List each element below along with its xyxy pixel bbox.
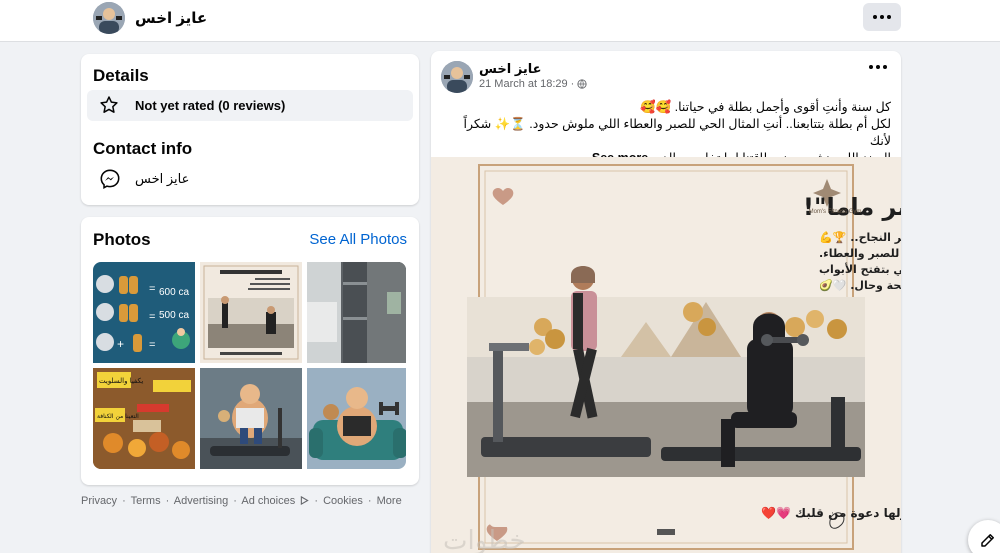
rating-row[interactable]: Not yet rated (0 reviews) [87,90,413,121]
photo-treadmill-cartoon[interactable] [200,368,302,469]
footer-links: Privacy · Terms · Advertising · Ad choic… [81,495,404,507]
compose-button[interactable] [968,520,1000,553]
image-headline: عيد أم سعيد لكل "سوبر ماما"! [803,191,901,221]
image-badge: Mom's Fitness Gym [809,209,862,215]
footer-link-ad-choices[interactable]: Ad choices [241,495,295,507]
image-text-line: كل سنة وأنتِ بألف صحة وحال. 🤍🥑 [819,278,901,292]
image-text-line: الاستمرارية هي سر النجاح.. 🏆💪 [819,231,901,244]
svg-text:=: = [149,311,155,323]
messenger-icon [100,169,120,190]
image-text-line: أنتِ يا أمي أعظم مثال للصبر والعطاء. [819,246,901,260]
footer-link-privacy[interactable]: Privacy [81,495,117,507]
profile-name[interactable]: عايز اخس [135,9,207,27]
see-all-photos-link[interactable]: See All Photos [309,231,407,248]
more-options-button[interactable] [863,3,901,31]
rating-text: Not yet rated (0 reviews) [135,98,286,113]
footer-separator: · [367,495,372,507]
page-header: عايز اخس [0,0,1000,42]
svg-text:+: + [117,337,124,351]
contact-messenger-name: عايز اخس [135,171,190,186]
post-text-line: لكل أم بطلة بتتابعنا.. أنتِ المثال الحي … [463,117,891,148]
svg-text:=: = [149,283,155,295]
footer-link-more[interactable]: More [377,495,402,507]
post-card: عايز اخس 21 March at 18:29 · كل سنة وأنت… [431,51,901,553]
more-horizontal-icon [873,15,891,19]
image-watermark: خطوات [443,526,526,553]
footer-separator: · [122,495,126,507]
photo-mothers-day-gym[interactable] [200,262,302,363]
photo-couch-cartoon[interactable] [307,368,406,469]
post-image[interactable]: عيد أم سعيد لكل "سوبر ماما"! Mom's Fitne… [431,157,901,553]
star-outline-icon [100,96,118,113]
photo-fridge[interactable] [307,262,406,363]
post-author-avatar[interactable] [441,61,473,93]
photo-label: يكفيا والسلويت [99,377,143,385]
contact-title: Contact info [93,139,193,158]
image-text-line: شكراً لأنكِ السند والدعوة الحلوة اللي بت… [819,261,901,276]
ad-choices-icon [301,495,310,506]
image-footer-text: منشن لست الحبايب وقولها دعوة من قلبك 💗❤️ [761,506,901,521]
footer-link-terms[interactable]: Terms [131,495,161,507]
post-author-name[interactable]: عايز اخس [479,61,542,77]
photos-grid: + = = = 600 ca 500 ca يكفيا والسلويت الت… [93,262,406,469]
footer-link-advertising[interactable]: Advertising [174,495,228,507]
footer-separator: · [233,495,237,507]
details-card: Details Not yet rated (0 reviews) Contac… [81,54,419,205]
contact-messenger-row[interactable]: عايز اخس [99,168,399,192]
photo-math-puzzle[interactable]: + = = = 600 ca 500 ca [93,262,195,363]
details-title: Details [93,66,149,85]
footer-separator: · [165,495,170,507]
footer-link-cookies[interactable]: Cookies [323,495,363,507]
footer-separator: · [314,495,319,507]
photo-label: 500 ca [159,310,189,321]
profile-avatar[interactable] [93,2,125,34]
photos-title: Photos [93,230,151,249]
edit-compose-icon [981,534,994,547]
globe-icon [577,79,587,89]
photo-label: 600 ca [159,287,189,298]
svg-text:=: = [149,339,155,351]
post-options-button[interactable] [869,65,887,69]
photo-junk-food[interactable]: يكفيا والسلويت التعينا من الكنافة [93,368,195,469]
post-date-text: 21 March at 18:29 [479,78,568,90]
photo-label: التعينا من الكنافة [97,413,139,420]
photos-card: Photos See All Photos + = = = 600 ca 500… [81,217,419,485]
post-text-line: كل سنة وأنتِ أقوى وأجمل بطلة في حياتنا. … [640,100,891,114]
post-timestamp[interactable]: 21 March at 18:29 · [479,78,587,90]
post-image-art: عيد أم سعيد لكل "سوبر ماما"! Mom's Fitne… [431,157,901,553]
